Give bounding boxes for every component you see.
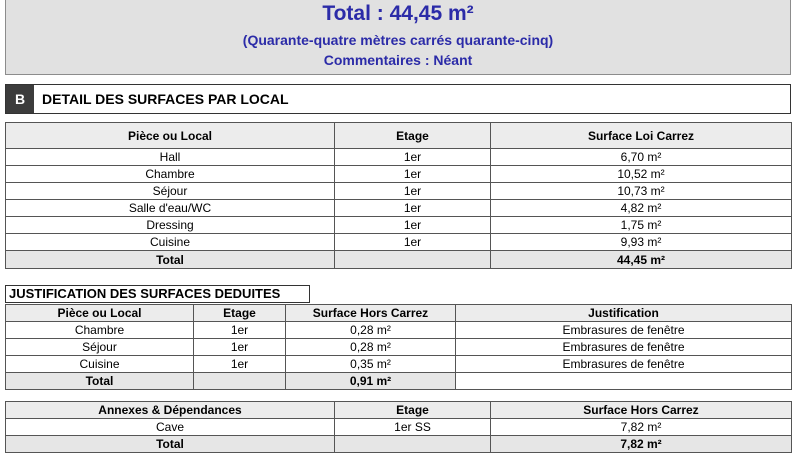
deducted-surfaces-table: Pièce ou Local Etage Surface Hors Carrez… — [5, 304, 792, 390]
col-header-room: Pièce ou Local — [5, 304, 194, 322]
total-value: 44,45 m² — [490, 250, 792, 269]
table-row: Cuisine 1er 0,35 m² Embrasures de fenêtr… — [5, 355, 792, 373]
annex-floor: 1er SS — [334, 418, 491, 436]
room-floor: 1er — [193, 321, 286, 339]
section-b-header: B DETAIL DES SURFACES PAR LOCAL — [5, 84, 791, 114]
annex-surface: 7,82 m² — [490, 418, 792, 436]
col-header-floor: Etage — [334, 122, 491, 149]
room-surface: 1,75 m² — [490, 216, 792, 234]
room-name: Séjour — [5, 338, 194, 356]
total-value: 0,91 m² — [285, 372, 456, 390]
room-surface: 0,28 m² — [285, 321, 456, 339]
annex-name: Cave — [5, 418, 335, 436]
room-name: Hall — [5, 148, 335, 166]
total-floor-empty — [193, 372, 286, 390]
total-row: Total 7,82 m² — [5, 435, 792, 453]
col-header-room: Pièce ou Local — [5, 122, 335, 149]
room-surface: 0,35 m² — [285, 355, 456, 373]
justification-text: Embrasures de fenêtre — [455, 338, 792, 356]
annexes-table: Annexes & Dépendances Etage Surface Hors… — [5, 401, 792, 453]
room-floor: 1er — [334, 233, 491, 251]
section-letter-badge: B — [6, 85, 34, 113]
room-surface: 4,82 m² — [490, 199, 792, 217]
col-header-surface: Surface Hors Carrez — [490, 401, 792, 419]
total-justification-empty — [455, 372, 792, 390]
total-surface-heading: Total : 44,45 m² — [322, 2, 474, 25]
room-floor: 1er — [334, 148, 491, 166]
table-row: Séjour 1er 0,28 m² Embrasures de fenêtre — [5, 338, 792, 356]
table-row: Cuisine 1er 9,93 m² — [5, 233, 792, 251]
room-surface: 10,73 m² — [490, 182, 792, 200]
total-row: Total 44,45 m² — [5, 250, 792, 269]
total-label: Total — [5, 372, 194, 390]
room-name: Séjour — [5, 182, 335, 200]
total-summary-box: Total : 44,45 m² (Quarante-quatre mètres… — [5, 0, 791, 75]
col-header-surface: Surface Hors Carrez — [285, 304, 456, 322]
room-name: Chambre — [5, 321, 194, 339]
total-floor-empty — [334, 250, 491, 269]
table-header-row: Pièce ou Local Etage Surface Loi Carrez — [5, 122, 792, 149]
room-floor: 1er — [193, 338, 286, 356]
room-surface: 0,28 m² — [285, 338, 456, 356]
table-row: Salle d'eau/WC 1er 4,82 m² — [5, 199, 792, 217]
justification-text: Embrasures de fenêtre — [455, 321, 792, 339]
total-label: Total — [5, 250, 335, 269]
col-header-floor: Etage — [193, 304, 286, 322]
room-floor: 1er — [334, 216, 491, 234]
comments-line: Commentaires : Néant — [323, 52, 473, 68]
col-header-annex: Annexes & Dépendances — [5, 401, 335, 419]
col-header-floor: Etage — [334, 401, 491, 419]
room-floor: 1er — [334, 182, 491, 200]
room-name: Cuisine — [5, 355, 194, 373]
col-header-justification: Justification — [455, 304, 792, 322]
table-row: Séjour 1er 10,73 m² — [5, 182, 792, 200]
section-title: DETAIL DES SURFACES PAR LOCAL — [42, 91, 289, 107]
table-row: Chambre 1er 10,52 m² — [5, 165, 792, 183]
total-value: 7,82 m² — [490, 435, 792, 453]
room-name: Salle d'eau/WC — [5, 199, 335, 217]
room-name: Cuisine — [5, 233, 335, 251]
table-row: Cave 1er SS 7,82 m² — [5, 418, 792, 436]
room-floor: 1er — [334, 199, 491, 217]
justification-text: Embrasures de fenêtre — [455, 355, 792, 373]
total-row: Total 0,91 m² — [5, 372, 792, 390]
room-name: Dressing — [5, 216, 335, 234]
total-floor-empty — [334, 435, 491, 453]
col-header-surface: Surface Loi Carrez — [490, 122, 792, 149]
room-name: Chambre — [5, 165, 335, 183]
room-floor: 1er — [334, 165, 491, 183]
table-row: Dressing 1er 1,75 m² — [5, 216, 792, 234]
rooms-surface-table: Pièce ou Local Etage Surface Loi Carrez … — [5, 122, 792, 269]
room-surface: 9,93 m² — [490, 233, 792, 251]
justification-title: JUSTIFICATION DES SURFACES DEDUITES — [5, 285, 310, 303]
table-header-row: Annexes & Dépendances Etage Surface Hors… — [5, 401, 792, 419]
table-header-row: Pièce ou Local Etage Surface Hors Carrez… — [5, 304, 792, 322]
room-surface: 10,52 m² — [490, 165, 792, 183]
total-surface-in-words: (Quarante-quatre mètres carrés quarante-… — [242, 32, 554, 48]
room-surface: 6,70 m² — [490, 148, 792, 166]
total-label: Total — [5, 435, 335, 453]
table-row: Hall 1er 6,70 m² — [5, 148, 792, 166]
room-floor: 1er — [193, 355, 286, 373]
table-row: Chambre 1er 0,28 m² Embrasures de fenêtr… — [5, 321, 792, 339]
